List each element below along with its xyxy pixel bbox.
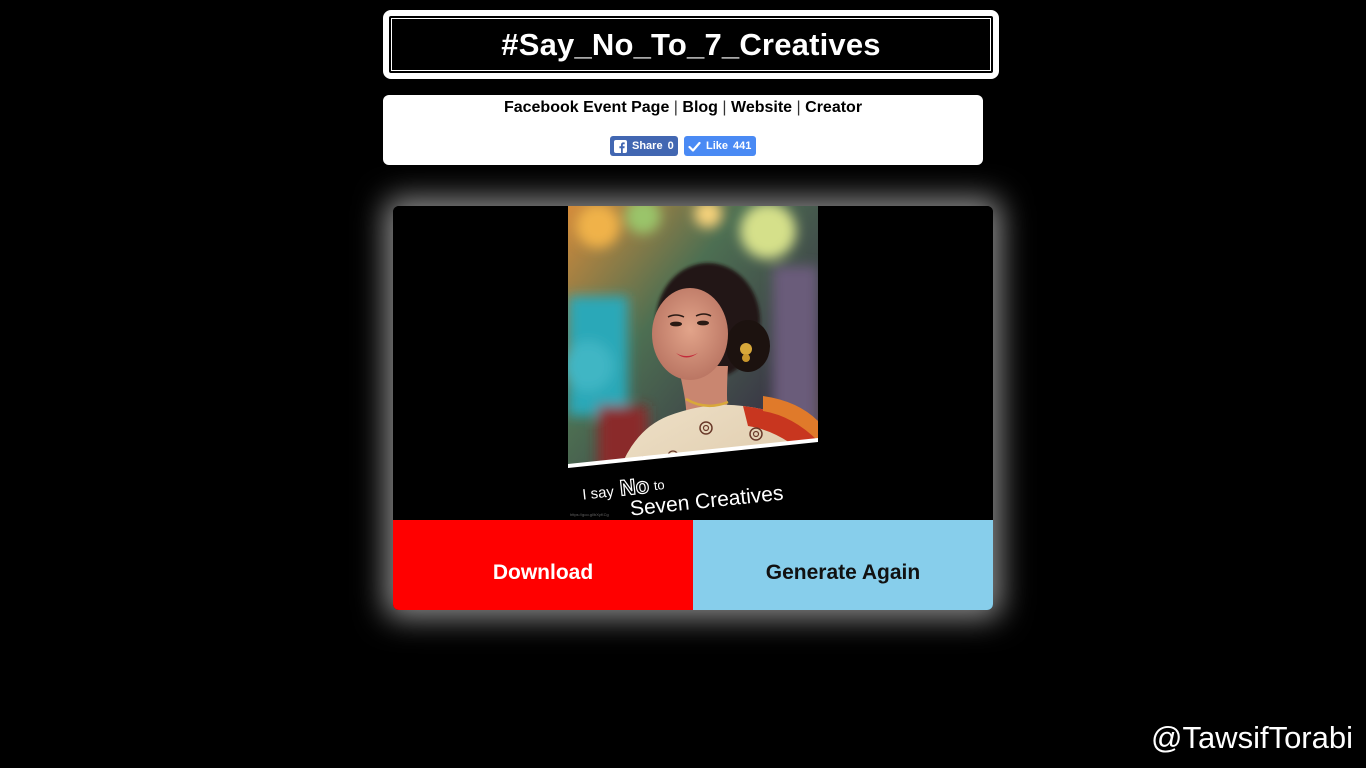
like-count: 441 — [733, 140, 752, 152]
creator-link[interactable]: Creator — [805, 99, 862, 116]
photo-illustration: I say No to Seven Creatives https://goo.… — [568, 206, 818, 520]
checkmark-icon — [688, 140, 701, 153]
link-separator: | — [722, 99, 727, 116]
link-separator: | — [796, 99, 801, 116]
caption-to: to — [653, 477, 665, 493]
result-card: I say No to Seven Creatives https://goo.… — [393, 206, 993, 610]
download-button[interactable]: Download — [393, 520, 693, 610]
facebook-like-button[interactable]: Like 441 — [684, 136, 756, 156]
caption-url: https://goo.gl/bXyKCg — [570, 512, 609, 517]
links-panel: Facebook Event Page | Blog | Website | C… — [383, 95, 983, 165]
title-banner: #Say_No_To_7_Creatives — [383, 10, 999, 79]
blog-link[interactable]: Blog — [682, 99, 718, 116]
facebook-icon — [614, 139, 627, 153]
facebook-event-page-link[interactable]: Facebook Event Page — [504, 99, 669, 116]
title-inner-frame: #Say_No_To_7_Creatives — [391, 18, 991, 71]
caption-prefix: I say — [581, 483, 615, 503]
page-title: #Say_No_To_7_Creatives — [501, 26, 881, 62]
author-handle: @TawsifTorabi — [1150, 720, 1353, 755]
like-label: Like — [706, 140, 729, 152]
social-buttons: Share 0 Like 441 — [383, 136, 983, 156]
website-link[interactable]: Website — [731, 99, 792, 116]
generate-again-button[interactable]: Generate Again — [693, 520, 993, 610]
share-count: 0 — [667, 140, 674, 152]
image-preview-area: I say No to Seven Creatives https://goo.… — [393, 206, 993, 520]
facebook-share-button[interactable]: Share 0 — [610, 136, 678, 156]
action-buttons: Download Generate Again — [393, 520, 993, 610]
link-separator: | — [673, 99, 678, 116]
generated-photo: I say No to Seven Creatives https://goo.… — [568, 206, 818, 520]
nav-links: Facebook Event Page | Blog | Website | C… — [383, 99, 983, 117]
page: #Say_No_To_7_Creatives Facebook Event Pa… — [0, 0, 1366, 768]
share-label: Share — [632, 140, 663, 152]
